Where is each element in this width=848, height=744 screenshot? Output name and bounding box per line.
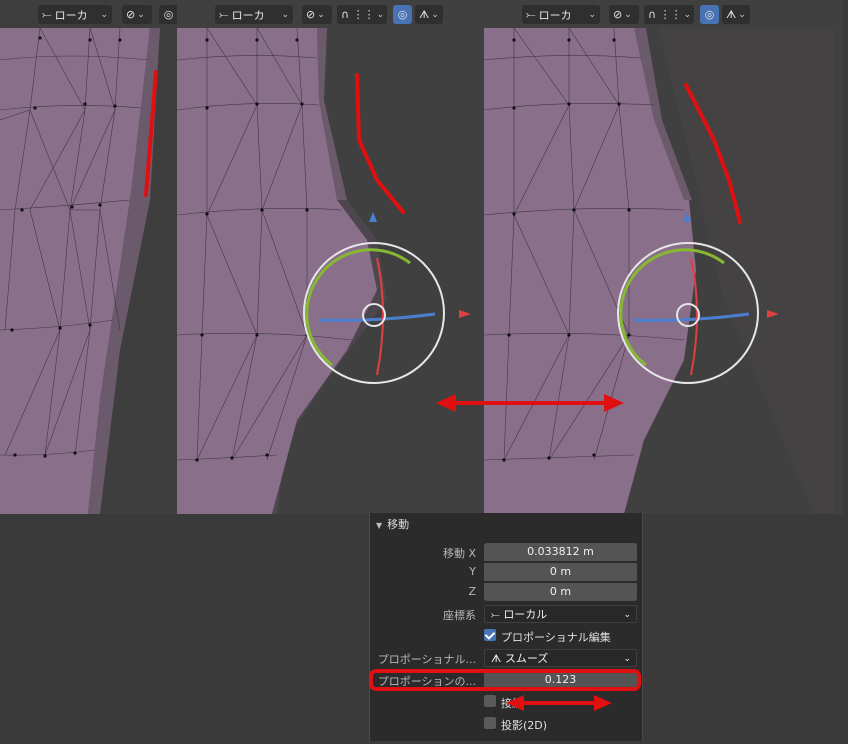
- viewport-header: ⤚ ローカ ⌄ ⊘ ⌄ ◎: [0, 0, 177, 28]
- orientation-row: 座標系 ⤚ ローカル ⌄: [370, 604, 644, 624]
- mesh-view-right: [484, 0, 843, 514]
- move-z-field[interactable]: 0 m: [484, 583, 637, 601]
- move-z-row: Z 0 m: [370, 582, 644, 602]
- viewport-header: ⤚ ローカ ⌄ ⊘ ⌄ ∩ ⋮⋮ ⌄ ◎ ᗑ ⌄: [484, 0, 843, 28]
- chevron-down-icon: ⌄: [738, 9, 746, 20]
- snap-icon: ⊘: [613, 8, 623, 21]
- orientation-dropdown[interactable]: ⤚ ローカ ⌄: [38, 5, 112, 24]
- orientation-dropdown[interactable]: ⤚ ローカ ⌄: [522, 5, 600, 24]
- proportional-edit-row: プロポーショナル編集: [370, 626, 644, 646]
- proportional-edit-icon: ◎: [163, 8, 174, 21]
- orientation-dropdown[interactable]: ⤚ ローカ ⌄: [215, 5, 293, 24]
- magnet-icon: ∩: [648, 8, 657, 21]
- proportional-edit-button[interactable]: ◎: [393, 5, 412, 24]
- chevron-down-icon: ⌄: [431, 9, 439, 20]
- falloff-dropdown[interactable]: ᗑ ⌄: [415, 5, 443, 24]
- chevron-down-icon: ⌄: [376, 9, 385, 20]
- chevron-down-icon: ⌄: [137, 9, 145, 20]
- move-y-row: Y 0 m: [370, 562, 644, 582]
- operator-panel-move: ▼ 移動 移動 X 0.033812 m Y 0 m Z 0 m 座標系 ⤚ ロー…: [369, 513, 643, 741]
- orientation-icon: ⤚: [42, 7, 52, 21]
- orientation-icon: ⤚: [491, 608, 500, 621]
- snap-element-dropdown[interactable]: ∩ ⋮⋮ ⌄: [644, 5, 694, 24]
- move-y-field[interactable]: 0 m: [484, 563, 637, 581]
- viewport-right[interactable]: ⤚ ローカ ⌄ ⊘ ⌄ ∩ ⋮⋮ ⌄ ◎ ᗑ ⌄: [484, 0, 843, 514]
- viewport-left[interactable]: ⤚ ローカ ⌄ ⊘ ⌄ ◎: [0, 0, 177, 514]
- chevron-down-icon: ⌄: [683, 9, 692, 20]
- connected-checkbox[interactable]: [484, 695, 496, 707]
- proportional-edit-checkbox[interactable]: [484, 629, 496, 641]
- proportional-edit-button[interactable]: ◎: [159, 5, 177, 24]
- viewport-middle[interactable]: ⤚ ローカ ⌄ ⊘ ⌄ ∩ ⋮⋮ ⌄ ◎ ᗑ ⌄: [177, 0, 484, 514]
- connected-row: 接続: [370, 692, 644, 712]
- snap-icon: ⊘: [126, 8, 136, 21]
- panel-header[interactable]: ▼ 移動: [376, 516, 409, 532]
- orientation-icon: ⤚: [219, 7, 229, 21]
- chevron-down-icon: ⌄: [317, 9, 325, 20]
- proportional-size-row: プロポーションの... 0.123: [370, 670, 644, 690]
- falloff-smooth-icon: ᗑ: [419, 7, 430, 21]
- chevron-down-icon: ⌄: [281, 9, 289, 20]
- snap-dropdown[interactable]: ⊘ ⌄: [122, 5, 152, 24]
- magnet-icon: ∩: [341, 8, 350, 21]
- falloff-smooth-icon: ᗑ: [726, 7, 737, 21]
- projected-checkbox[interactable]: [484, 717, 496, 729]
- mesh-view-left: [0, 0, 177, 514]
- snap-dropdown[interactable]: ⊘ ⌄: [302, 5, 332, 24]
- mesh-view-middle: [177, 0, 484, 514]
- chevron-down-icon: ⌄: [588, 9, 596, 20]
- orientation-icon: ⤚: [526, 7, 536, 21]
- chevron-down-icon: ⌄: [100, 9, 108, 20]
- viewport-header: ⤚ ローカ ⌄ ⊘ ⌄ ∩ ⋮⋮ ⌄ ◎ ᗑ ⌄: [177, 0, 484, 28]
- proportional-edit-button[interactable]: ◎: [700, 5, 719, 24]
- falloff-smooth-icon: ᗑ: [491, 652, 502, 665]
- move-x-row: 移動 X 0.033812 m: [370, 542, 644, 562]
- snap-element-dropdown[interactable]: ∩ ⋮⋮ ⌄: [337, 5, 387, 24]
- falloff-row: プロポーショナル... ᗑ スムーズ ⌄: [370, 648, 644, 668]
- collapse-triangle-icon: ▼: [376, 521, 383, 530]
- projected-row: 投影(2D): [370, 714, 644, 734]
- snap-icon: ⊘: [306, 8, 316, 21]
- snap-grid-icon: ⋮⋮: [352, 8, 375, 21]
- chevron-down-icon: ⌄: [623, 610, 631, 620]
- chevron-down-icon: ⌄: [624, 9, 632, 20]
- chevron-down-icon: ⌄: [623, 654, 631, 664]
- orientation-select[interactable]: ⤚ ローカル ⌄: [484, 605, 637, 623]
- falloff-dropdown[interactable]: ᗑ ⌄: [722, 5, 750, 24]
- proportional-edit-icon: ◎: [704, 8, 715, 21]
- snap-dropdown[interactable]: ⊘ ⌄: [609, 5, 639, 24]
- proportional-size-field[interactable]: 0.123: [484, 671, 637, 689]
- falloff-select[interactable]: ᗑ スムーズ ⌄: [484, 649, 637, 667]
- snap-grid-icon: ⋮⋮: [659, 8, 682, 21]
- proportional-edit-icon: ◎: [397, 8, 408, 21]
- move-x-field[interactable]: 0.033812 m: [484, 543, 637, 561]
